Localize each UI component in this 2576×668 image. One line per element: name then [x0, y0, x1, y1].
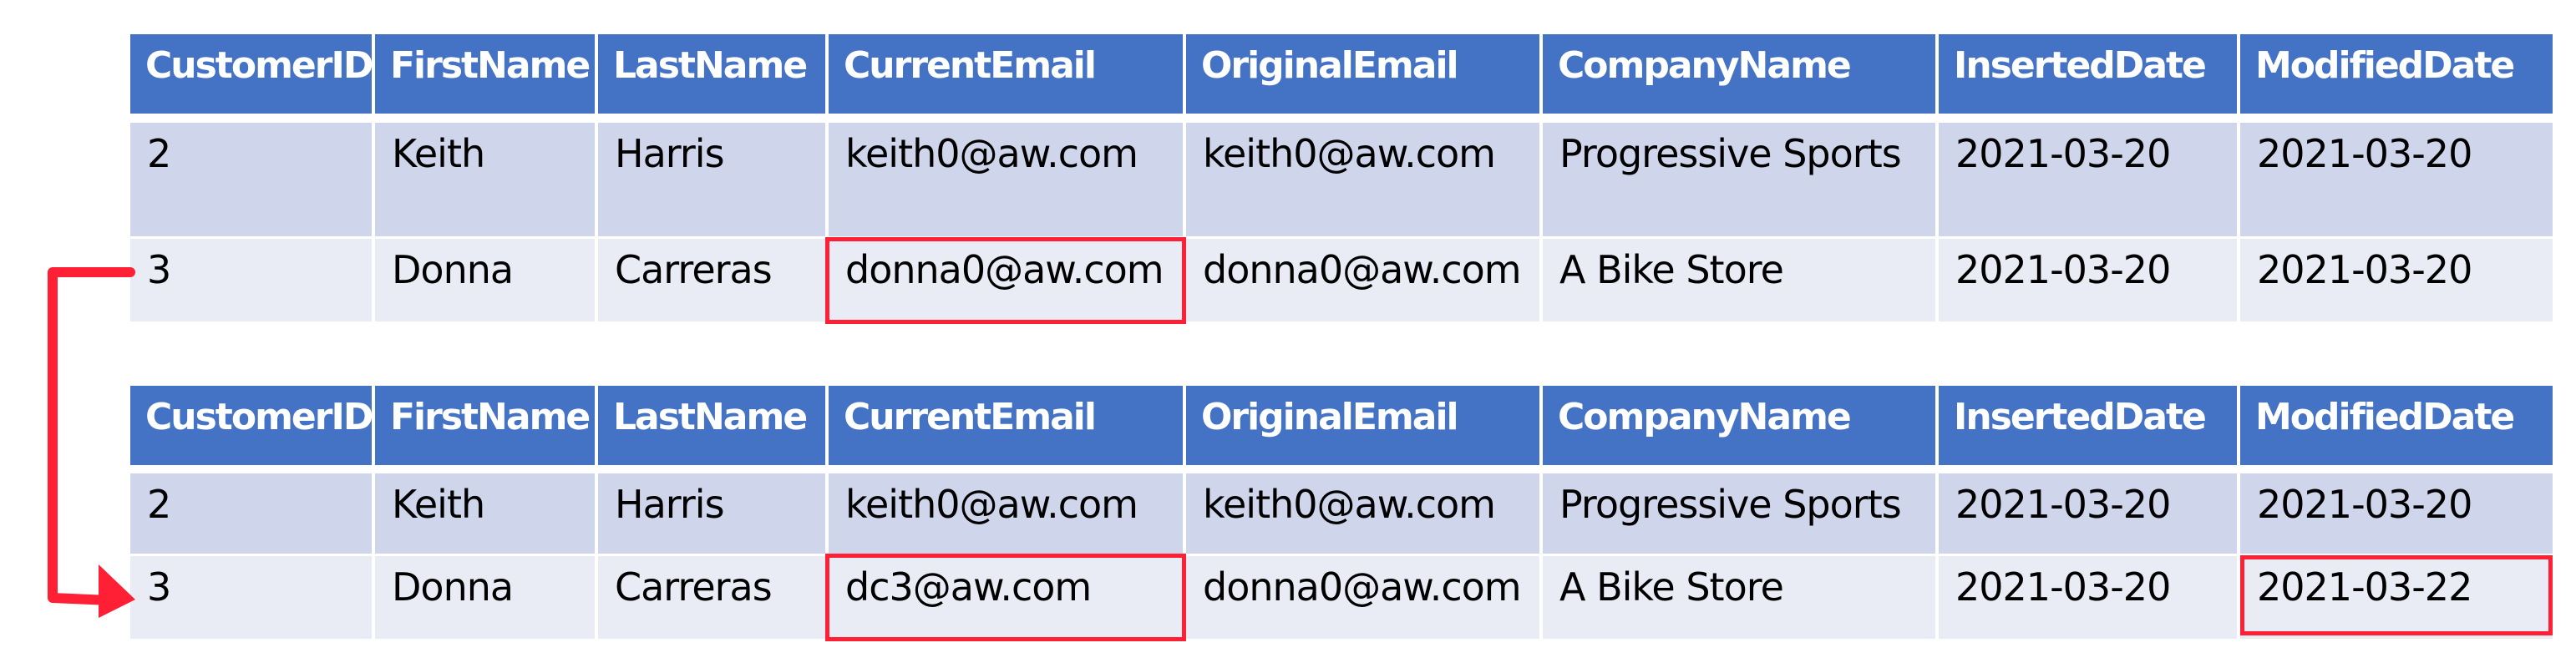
arrow-head-icon — [99, 564, 135, 618]
arrow-connector — [48, 267, 135, 618]
arrow-line — [48, 267, 135, 605]
